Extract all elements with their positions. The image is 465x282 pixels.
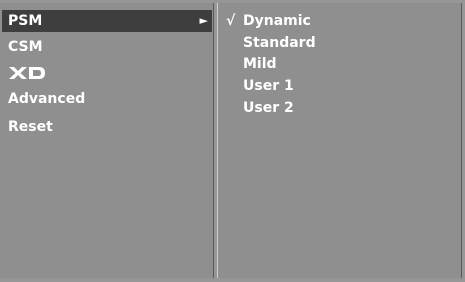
check-mark-icon: √ <box>226 13 236 29</box>
submenu-item-label: Standard <box>243 35 316 51</box>
submenu-item-label: User 1 <box>243 78 294 94</box>
osd-menu: PSM ► CSM XD Advanced Reset √ Dynamic <box>0 0 465 282</box>
menu-item-xd[interactable]: XD <box>2 62 212 84</box>
menu-item-label: Reset <box>8 119 53 135</box>
main-menu-panel: PSM ► CSM XD Advanced Reset <box>0 3 214 278</box>
menu-item-csm[interactable]: CSM <box>2 36 212 58</box>
menu-item-label: PSM <box>8 13 43 29</box>
psm-submenu-panel: √ Dynamic Standard Mild User 1 User 2 <box>217 3 462 278</box>
submenu-item-label: Dynamic <box>243 13 311 29</box>
submenu-item-label: User 2 <box>243 100 294 116</box>
menu-item-psm[interactable]: PSM ► <box>2 10 212 32</box>
xd-logo-icon: XD <box>9 67 45 79</box>
menu-item-advanced[interactable]: Advanced <box>2 88 212 110</box>
menu-item-reset[interactable]: Reset <box>2 116 212 138</box>
menu-item-label: CSM <box>8 39 43 55</box>
submenu-item-label: Mild <box>243 56 277 72</box>
menu-item-label: Advanced <box>8 91 86 107</box>
submenu-arrow-icon: ► <box>199 14 208 27</box>
